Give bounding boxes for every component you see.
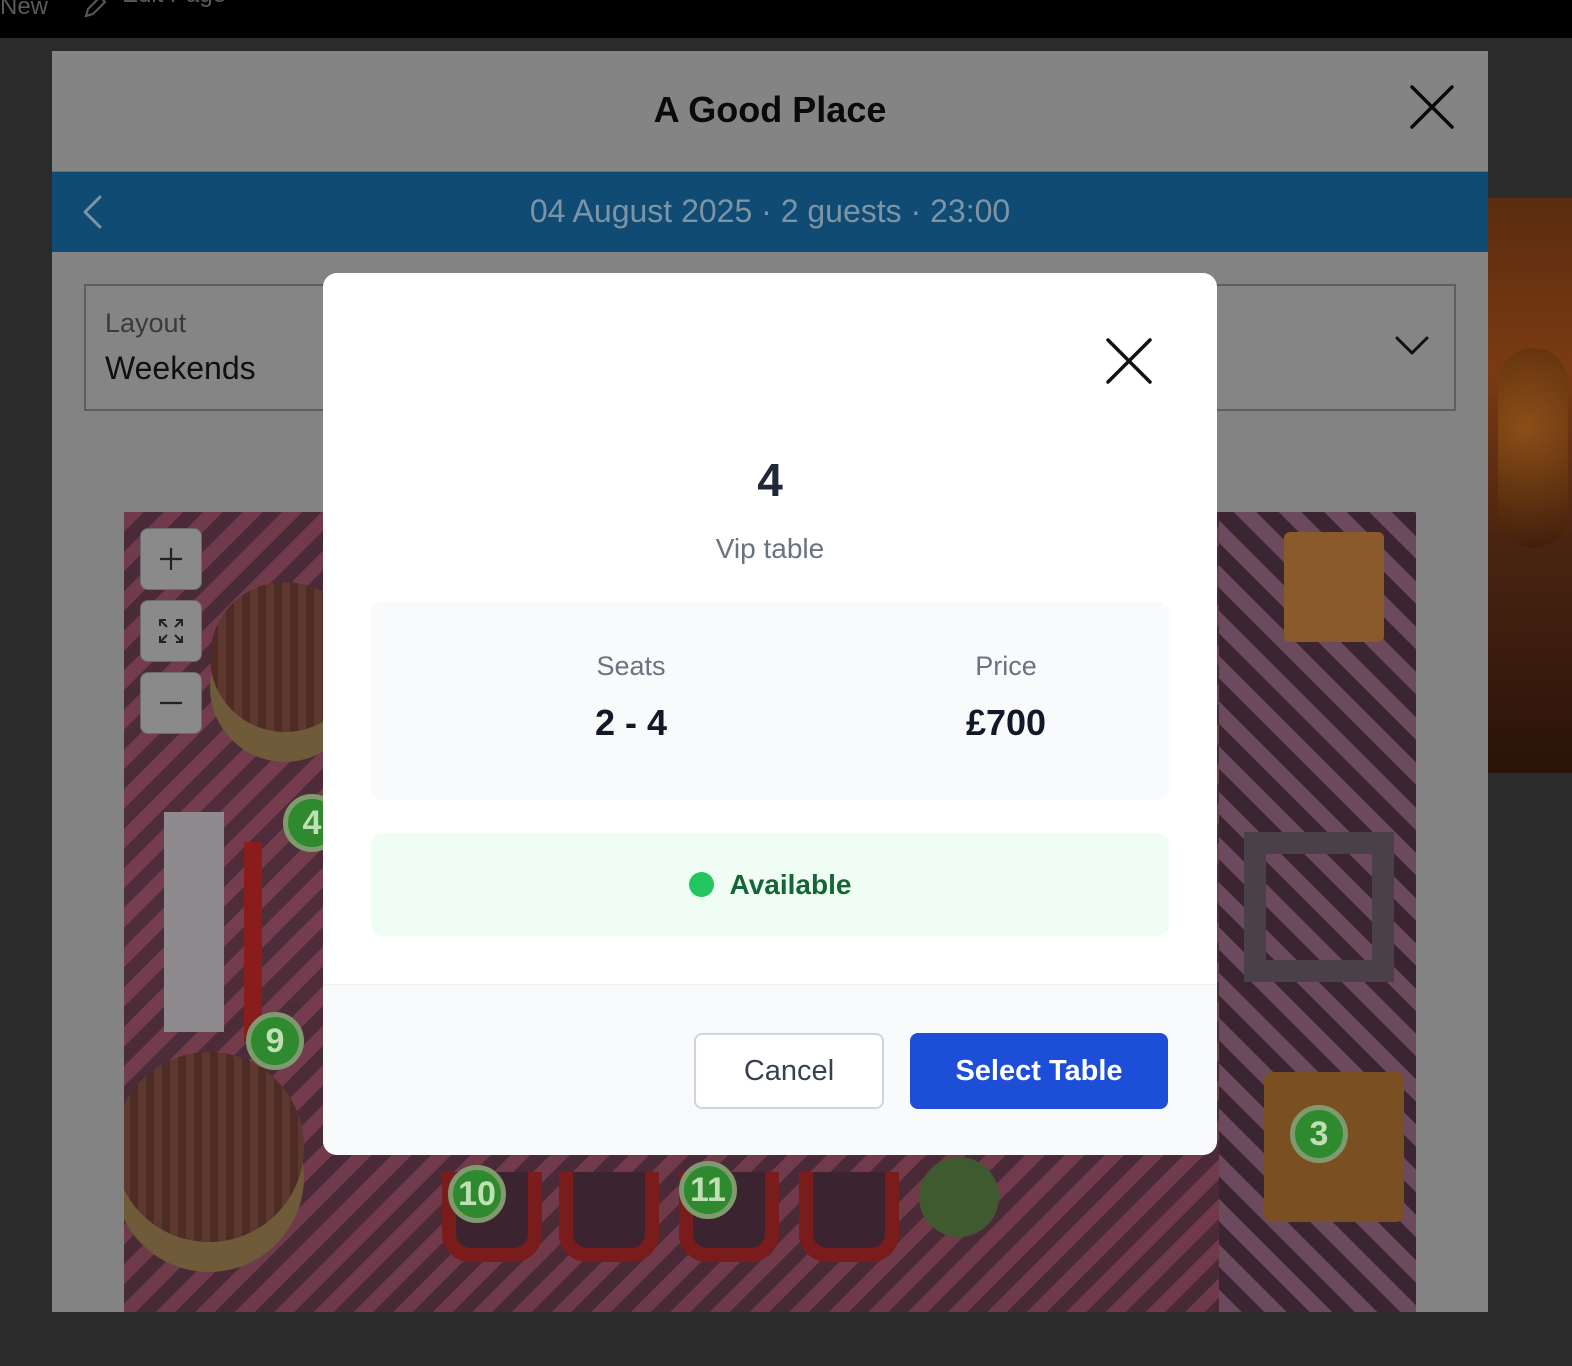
status-text: Available bbox=[729, 868, 852, 900]
admin-bar-edit-label: Edit Page bbox=[122, 0, 226, 9]
admin-bar-edit-page[interactable]: Edit Page bbox=[82, 0, 226, 21]
table-pin-3[interactable]: 3 bbox=[1290, 1105, 1348, 1163]
layout-label: Layout bbox=[105, 308, 187, 338]
table-info-box: Seats 2 - 4 Price £700 bbox=[371, 601, 1169, 800]
seats-value: 2 - 4 bbox=[594, 702, 668, 743]
admin-bar-new[interactable]: New bbox=[0, 0, 48, 21]
floor-booth bbox=[799, 1172, 899, 1262]
table-pin-9[interactable]: 9 bbox=[246, 1012, 304, 1070]
floor-square-table bbox=[1244, 832, 1394, 982]
expand-icon bbox=[159, 619, 183, 643]
close-icon bbox=[1410, 85, 1454, 129]
price-info: Price £700 bbox=[856, 651, 1156, 744]
status-dot-icon bbox=[688, 872, 714, 897]
plus-icon bbox=[160, 548, 182, 570]
date-summary: 04 August 2025 · 2 guests · 23:00 bbox=[529, 193, 1011, 229]
site-hero-image bbox=[1488, 198, 1572, 773]
fullscreen-button[interactable] bbox=[140, 600, 202, 662]
chevron-down-icon bbox=[1395, 336, 1429, 355]
floor-round-table bbox=[124, 1052, 304, 1242]
dialog-footer: Cancel Select Table bbox=[323, 984, 1217, 1155]
venue-title: A Good Place bbox=[653, 89, 887, 130]
select-table-button[interactable]: Select Table bbox=[910, 1033, 1168, 1109]
floor-booth bbox=[559, 1172, 659, 1262]
booking-close-button[interactable] bbox=[1408, 83, 1456, 131]
table-pin-10[interactable]: 10 bbox=[448, 1165, 506, 1223]
seats-label: Seats bbox=[596, 651, 666, 681]
date-summary-bar: 04 August 2025 · 2 guests · 23:00 bbox=[52, 172, 1488, 252]
dialog-close-button[interactable] bbox=[1103, 335, 1155, 387]
admin-bar: New Edit Page bbox=[0, 0, 1572, 38]
price-label: Price bbox=[975, 651, 1037, 681]
layout-value: Weekends bbox=[105, 350, 256, 386]
floor-wood-sofa bbox=[1284, 532, 1384, 642]
floor-plant bbox=[919, 1157, 999, 1237]
pencil-icon bbox=[84, 0, 107, 18]
table-details-dialog: 4 Vip table Seats 2 - 4 Price £700 Avail… bbox=[323, 273, 1217, 1155]
floor-bar-counter bbox=[164, 812, 224, 1032]
seats-info: Seats 2 - 4 bbox=[481, 651, 781, 744]
cancel-button[interactable]: Cancel bbox=[694, 1033, 884, 1109]
close-icon bbox=[1106, 338, 1152, 384]
table-number: 4 bbox=[757, 454, 783, 506]
zoom-in-button[interactable] bbox=[140, 528, 202, 590]
table-type: Vip table bbox=[715, 533, 825, 564]
booking-header: A Good Place bbox=[52, 51, 1488, 172]
availability-status: Available bbox=[371, 833, 1169, 936]
table-pin-11[interactable]: 11 bbox=[679, 1161, 737, 1219]
floor-red-rail bbox=[244, 842, 262, 1042]
price-value: £700 bbox=[965, 702, 1047, 743]
minus-icon bbox=[160, 701, 182, 705]
zoom-out-button[interactable] bbox=[140, 672, 202, 734]
